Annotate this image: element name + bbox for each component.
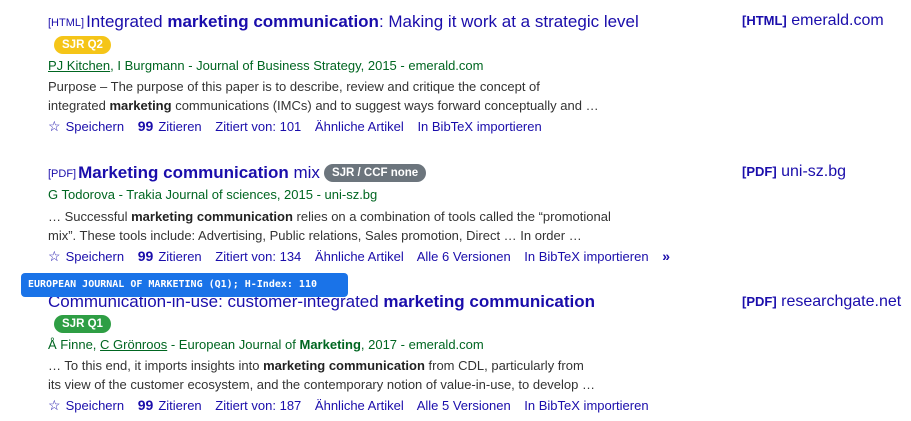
snippet-text: integrated xyxy=(48,98,110,113)
author-link[interactable]: C Grönroos xyxy=(100,337,167,352)
authors-text: Å Finne, xyxy=(48,337,101,352)
related-articles-link[interactable]: Ähnliche Artikel xyxy=(315,398,404,413)
snippet-line: … Successful marketing communication rel… xyxy=(48,207,728,226)
type-tag: [HTML] xyxy=(48,17,85,29)
double-chevron-icon[interactable]: » xyxy=(662,246,670,266)
cite-button[interactable]: 99 Zitieren xyxy=(137,118,202,134)
result-3: Communication-in-use: customer-integrate… xyxy=(48,291,728,416)
result-title-link[interactable]: [HTML] Integrated marketing communication… xyxy=(48,11,728,34)
cited-by-link[interactable]: Zitiert von: 134 xyxy=(215,249,301,264)
title-highlight: Marketing communication xyxy=(78,163,289,182)
title-highlight: marketing communication xyxy=(383,292,596,311)
authors-line: PJ Kitchen, I Burgmann - Journal of Busi… xyxy=(48,57,728,75)
save-label: Speichern xyxy=(65,249,125,264)
snippet-line: its view of the customer ecosystem, and … xyxy=(48,377,595,392)
result-title-link[interactable]: [PDF] Marketing communication mix SJR / CC… xyxy=(48,162,728,185)
cite-button[interactable]: 99 Zitieren xyxy=(137,397,202,413)
snippet-line: Purpose – The purpose of this paper is t… xyxy=(48,79,540,94)
snippet-highlight: marketing xyxy=(109,98,172,113)
side-type-tag: [PDF] xyxy=(742,164,777,179)
authors-line: G Todorova - Trakia Journal of sciences,… xyxy=(48,187,378,202)
authors-line: Å Finne, C Grönroos - European Journal o… xyxy=(48,336,728,354)
cite-label: Zitieren xyxy=(158,398,202,413)
cite-label: Zitieren xyxy=(158,119,202,134)
save-label: Speichern xyxy=(65,119,125,134)
snippet-line: integrated marketing communications (IMC… xyxy=(48,96,728,115)
snippet-highlight: marketing communication xyxy=(131,209,293,224)
save-label: Speichern xyxy=(65,398,125,413)
side-type-tag: [PDF] xyxy=(742,294,777,309)
authors-text: - European Journal of xyxy=(167,337,300,352)
journal-tooltip: EUROPEAN JOURNAL OF MARKETING (Q1); H-In… xyxy=(21,273,348,297)
sjr-badge: SJR Q2 xyxy=(54,36,111,54)
side-type-tag: [HTML] xyxy=(742,13,787,28)
title-text: mix xyxy=(288,163,320,182)
snippet-text: relies on a combination of tools called … xyxy=(292,209,611,224)
snippet: Purpose – The purpose of this paper is t… xyxy=(48,77,728,115)
side-domain: uni-sz.bg xyxy=(781,163,847,180)
result-2: [PDF] Marketing communication mix SJR / CC… xyxy=(48,162,728,267)
star-icon: ☆ xyxy=(48,248,61,264)
actions-bar: ☆ Speichern 99 Zitieren Zitiert von: 101 Ä… xyxy=(48,116,728,137)
versions-link[interactable]: Alle 5 Versionen xyxy=(417,398,511,413)
quote-icon: 99 xyxy=(137,248,154,264)
title-text: : Making it work at a strategic level xyxy=(378,12,639,31)
side-domain: emerald.com xyxy=(791,12,884,29)
snippet: … To this end, it imports insights into … xyxy=(48,356,728,394)
authors-text: , 2017 - emerald.com xyxy=(360,337,484,352)
bibtex-import-link[interactable]: In BibTeX importieren xyxy=(524,249,648,264)
cited-by-link[interactable]: Zitiert von: 101 xyxy=(215,119,301,134)
bibtex-import-link[interactable]: In BibTeX importieren xyxy=(524,398,648,413)
save-button[interactable]: ☆ Speichern xyxy=(48,118,125,134)
actions-bar: ☆ Speichern 99 Zitieren Zitiert von: 187 Ä… xyxy=(48,395,728,416)
snippet-line: mix”. These tools include: Advertising, … xyxy=(48,228,582,243)
snippet-text: communications (IMCs) and to suggest way… xyxy=(171,98,599,113)
side-link-1[interactable]: [HTML] emerald.com xyxy=(742,12,884,30)
sjr-badge: SJR / CCF none xyxy=(323,164,427,182)
author-link[interactable]: PJ Kitchen xyxy=(48,58,110,73)
star-icon: ☆ xyxy=(48,397,61,413)
snippet-text: from CDL, particularly from xyxy=(424,358,584,373)
sjr-badge: SJR Q1 xyxy=(54,315,111,333)
cited-by-link[interactable]: Zitiert von: 187 xyxy=(215,398,301,413)
side-link-3[interactable]: [PDF] researchgate.net xyxy=(742,293,901,311)
snippet: … Successful marketing communication rel… xyxy=(48,207,728,245)
authors-highlight: Marketing xyxy=(299,337,361,352)
snippet-highlight: marketing communication xyxy=(263,358,425,373)
actions-bar: ☆ Speichern 99 Zitieren Zitiert von: 134 Ä… xyxy=(48,246,728,267)
quote-icon: 99 xyxy=(137,397,154,413)
star-icon: ☆ xyxy=(48,118,61,134)
cite-label: Zitieren xyxy=(158,249,202,264)
versions-link[interactable]: Alle 6 Versionen xyxy=(417,249,511,264)
authors-text: , I Burgmann - Journal of Business Strat… xyxy=(110,58,484,73)
title-highlight: marketing communication xyxy=(167,12,379,31)
side-link-2[interactable]: [PDF] uni-sz.bg xyxy=(742,163,846,181)
type-tag: [PDF] xyxy=(48,168,77,180)
side-domain: researchgate.net xyxy=(781,293,902,310)
quote-icon: 99 xyxy=(137,118,154,134)
snippet-text: … Successful xyxy=(48,209,132,224)
result-1: [HTML] Integrated marketing communication… xyxy=(48,11,728,137)
related-articles-link[interactable]: Ähnliche Artikel xyxy=(315,249,404,264)
save-button[interactable]: ☆ Speichern xyxy=(48,397,125,413)
related-articles-link[interactable]: Ähnliche Artikel xyxy=(315,119,404,134)
cite-button[interactable]: 99 Zitieren xyxy=(137,248,202,264)
snippet-line: … To this end, it imports insights into … xyxy=(48,356,728,375)
save-button[interactable]: ☆ Speichern xyxy=(48,248,125,264)
title-text: Integrated xyxy=(86,12,168,31)
bibtex-import-link[interactable]: In BibTeX importieren xyxy=(417,119,541,134)
snippet-text: … To this end, it imports insights into xyxy=(48,358,264,373)
